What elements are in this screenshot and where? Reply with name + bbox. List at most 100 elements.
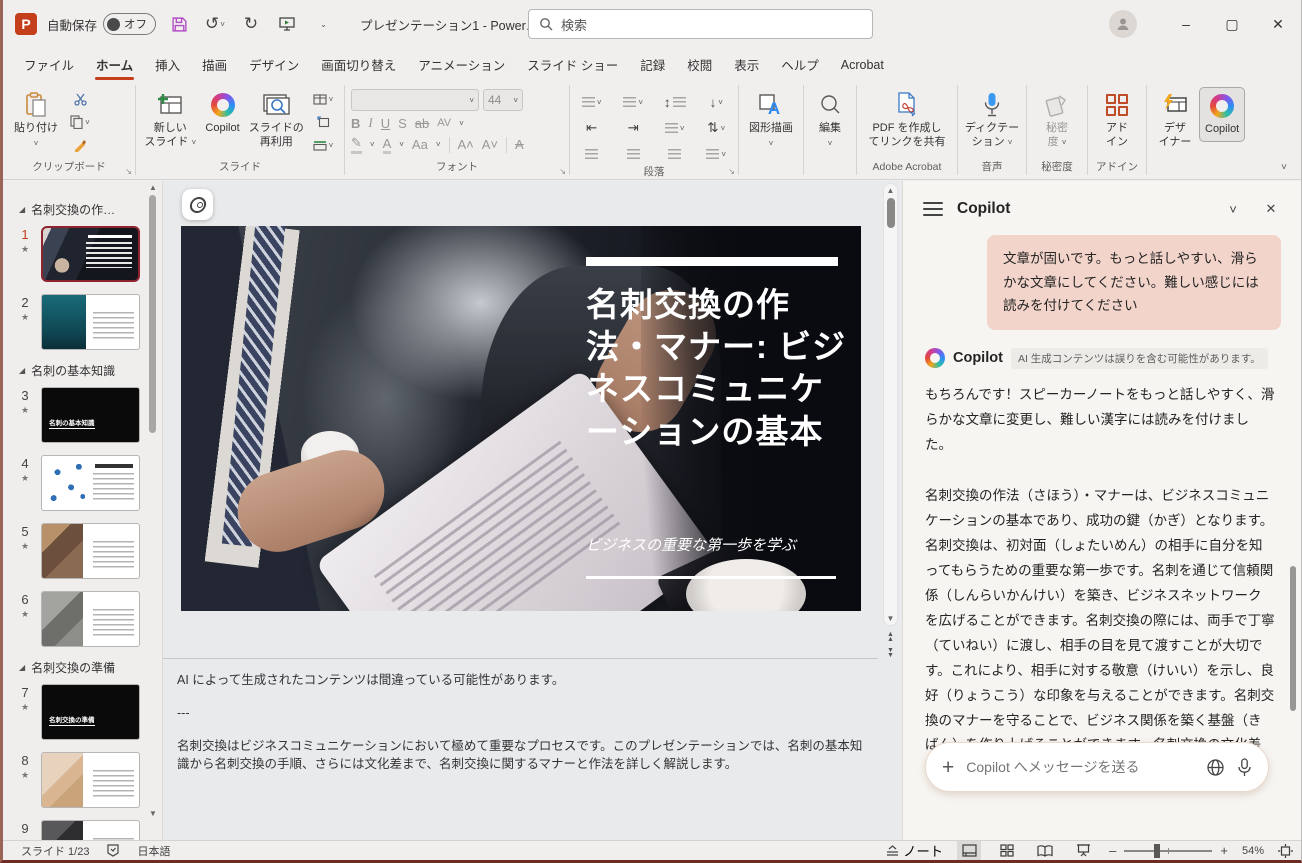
slide-thumbnail-7[interactable]: 7 ★ 名刺交換の準備 <box>17 684 162 740</box>
numbering-button[interactable]: ˅ <box>618 92 648 112</box>
quick-access-chevron[interactable]: ⌄ <box>310 11 336 37</box>
ribbon-copilot-dropdown[interactable]: Copilot <box>201 87 245 140</box>
columns-button[interactable]: ˅ <box>660 118 690 138</box>
slide-subtitle[interactable]: ビジネスの重要な第一歩を学ぶ <box>586 534 848 555</box>
clear-formatting-button[interactable]: A <box>515 137 524 152</box>
scroll-down-icon[interactable]: ▼ <box>884 614 897 623</box>
autosave-toggle[interactable]: 自動保存 オフ <box>47 13 157 35</box>
dictation-button[interactable]: ディクテー ション ˅ <box>964 87 1020 154</box>
slide-thumbnail-2[interactable]: 2 ★ <box>17 294 162 350</box>
designer-button[interactable]: デザ イナー <box>1153 87 1197 154</box>
scrollbar-thumb[interactable] <box>887 198 895 228</box>
tab-view[interactable]: 表示 <box>723 48 770 81</box>
copilot-collapse-button[interactable]: ˅ <box>1221 197 1245 221</box>
slide-thumbnail-1[interactable]: 1 ★ <box>17 226 162 282</box>
minimize-button[interactable]: – <box>1163 4 1209 44</box>
dialog-launcher-icon[interactable]: ↘ <box>125 167 132 176</box>
slide-thumbnail-3[interactable]: 3 ★ 名刺の基本知識 <box>17 387 162 443</box>
scroll-up-icon[interactable]: ▲ <box>884 186 897 195</box>
tab-insert[interactable]: 挿入 <box>144 48 191 81</box>
copilot-close-button[interactable]: ✕ <box>1259 197 1283 221</box>
shrink-font-button[interactable]: A˅ <box>482 137 498 152</box>
slide-canvas[interactable]: 名刺交換の作法・マナー: ビジネスコミュニケーションの基本 ビジネスの重要な第一… <box>181 226 861 611</box>
paste-button[interactable]: 貼り付け ˅ <box>9 87 63 153</box>
copy-button[interactable]: ˅ <box>65 112 95 132</box>
highlight-button[interactable]: ✎ <box>351 135 362 154</box>
start-slideshow-button[interactable] <box>274 11 300 37</box>
smartart-button[interactable]: ˅ <box>701 144 731 164</box>
language-indicator[interactable]: 日本語 <box>137 843 170 859</box>
editing-button[interactable]: 編集 ˅ <box>808 87 852 153</box>
dialog-launcher-icon[interactable]: ↘ <box>728 167 735 176</box>
line-spacing-button[interactable]: ↕ <box>660 92 690 112</box>
undo-button[interactable]: ↺ ˅ <box>202 11 228 37</box>
bullets-button[interactable]: ˅ <box>577 92 607 112</box>
slide-title[interactable]: 名刺交換の作法・マナー: ビジネスコミュニケーションの基本 <box>586 284 848 453</box>
strikethrough-button[interactable]: ab <box>415 116 429 131</box>
scroll-up-icon[interactable]: ▲ <box>147 183 159 192</box>
align-text-button[interactable]: ⇅ ˅ <box>701 118 731 138</box>
zoom-in-button[interactable]: + <box>1220 843 1228 858</box>
scrollbar-thumb[interactable] <box>149 195 156 433</box>
increase-indent-button[interactable]: ⇥ <box>618 118 648 138</box>
zoom-percentage[interactable]: 54% <box>1242 845 1264 857</box>
align-right-button[interactable] <box>660 144 690 164</box>
copilot-message-input[interactable] <box>966 759 1194 775</box>
tab-review[interactable]: 校閲 <box>676 48 723 81</box>
powerpoint-logo-icon[interactable]: P <box>15 13 37 35</box>
tab-help[interactable]: ヘルプ <box>770 48 830 81</box>
copilot-pane-toggle[interactable]: Copilot <box>1199 87 1246 142</box>
tab-home[interactable]: ホーム <box>85 48 144 81</box>
attach-plus-icon[interactable]: + <box>942 757 954 778</box>
format-painter-button[interactable] <box>65 135 95 155</box>
thumbnail-scrollbar[interactable]: ▲ ▼ <box>147 183 159 818</box>
character-spacing-button[interactable]: AV <box>437 117 451 129</box>
slide-thumbnail-4[interactable]: 4 ★ <box>17 455 162 511</box>
sensitivity-button[interactable]: 秘密度 ˅ <box>1035 87 1079 154</box>
addins-button[interactable]: アド イン <box>1095 87 1139 154</box>
tab-animations[interactable]: アニメーション <box>407 48 516 81</box>
zoom-out-button[interactable]: – <box>1109 843 1116 858</box>
tab-design[interactable]: デザイン <box>238 48 310 81</box>
font-color-button[interactable]: A <box>382 136 392 154</box>
copilot-menu-button[interactable] <box>923 202 943 216</box>
microphone-icon[interactable] <box>1237 757 1252 777</box>
dialog-launcher-icon[interactable]: ↘ <box>559 167 566 176</box>
cut-button[interactable] <box>65 89 95 109</box>
tab-draw[interactable]: 描画 <box>191 48 238 81</box>
zoom-slider-thumb[interactable] <box>1154 843 1161 858</box>
search-box[interactable]: 検索 <box>528 9 873 39</box>
italic-button[interactable]: I <box>368 115 372 131</box>
tab-slideshow[interactable]: スライド ショー <box>516 48 629 81</box>
collapse-ribbon-chevron[interactable]: ˅ <box>1281 162 1287 173</box>
tab-file[interactable]: ファイル <box>13 48 85 81</box>
slide-thumbnail-5[interactable]: 5 ★ <box>17 523 162 579</box>
new-slide-button[interactable]: 新しい スライド ˅ <box>142 87 199 154</box>
tab-record[interactable]: 記録 <box>629 48 676 81</box>
fit-to-window-button[interactable] <box>1278 843 1293 858</box>
bold-button[interactable]: B <box>351 116 360 131</box>
font-name-combobox[interactable]: ˅ <box>351 89 479 111</box>
create-pdf-button[interactable]: PDF を作成し てリンクを共有 <box>864 87 951 154</box>
redo-button[interactable]: ↻ <box>238 11 264 37</box>
autosave-switch[interactable]: オフ <box>103 13 157 35</box>
account-avatar[interactable] <box>1109 10 1137 38</box>
slide-thumbnail-8[interactable]: 8 ★ <box>17 752 162 808</box>
reset-slide-button[interactable] <box>308 112 338 132</box>
align-center-button[interactable] <box>618 144 648 164</box>
slide-sorter-button[interactable] <box>995 841 1019 860</box>
accessibility-check-icon[interactable] <box>107 844 120 857</box>
slide-copilot-button[interactable] <box>182 189 213 220</box>
slide-thumbnail-6[interactable]: 6 ★ <box>17 591 162 647</box>
section-header-1[interactable]: ◢ 名刺交換の作… <box>19 201 162 218</box>
slide-thumbnail-9[interactable]: 9★ <box>17 820 162 840</box>
previous-slide-button[interactable]: ▲ ▲ <box>885 631 897 643</box>
scroll-down-icon[interactable]: ▼ <box>147 809 159 818</box>
text-direction-button[interactable]: ↓ ˅ <box>701 92 731 112</box>
speaker-notes[interactable]: AI によって生成されたコンテンツは間違っている可能性があります。 --- 名刺… <box>163 658 878 840</box>
copilot-input-bar[interactable]: + <box>925 742 1269 792</box>
text-shadow-button[interactable]: S <box>398 116 407 131</box>
slide-layout-button[interactable]: ˅ <box>308 89 338 109</box>
zoom-slider[interactable] <box>1124 843 1213 858</box>
next-slide-button[interactable]: ▼ ▼ <box>885 647 897 659</box>
